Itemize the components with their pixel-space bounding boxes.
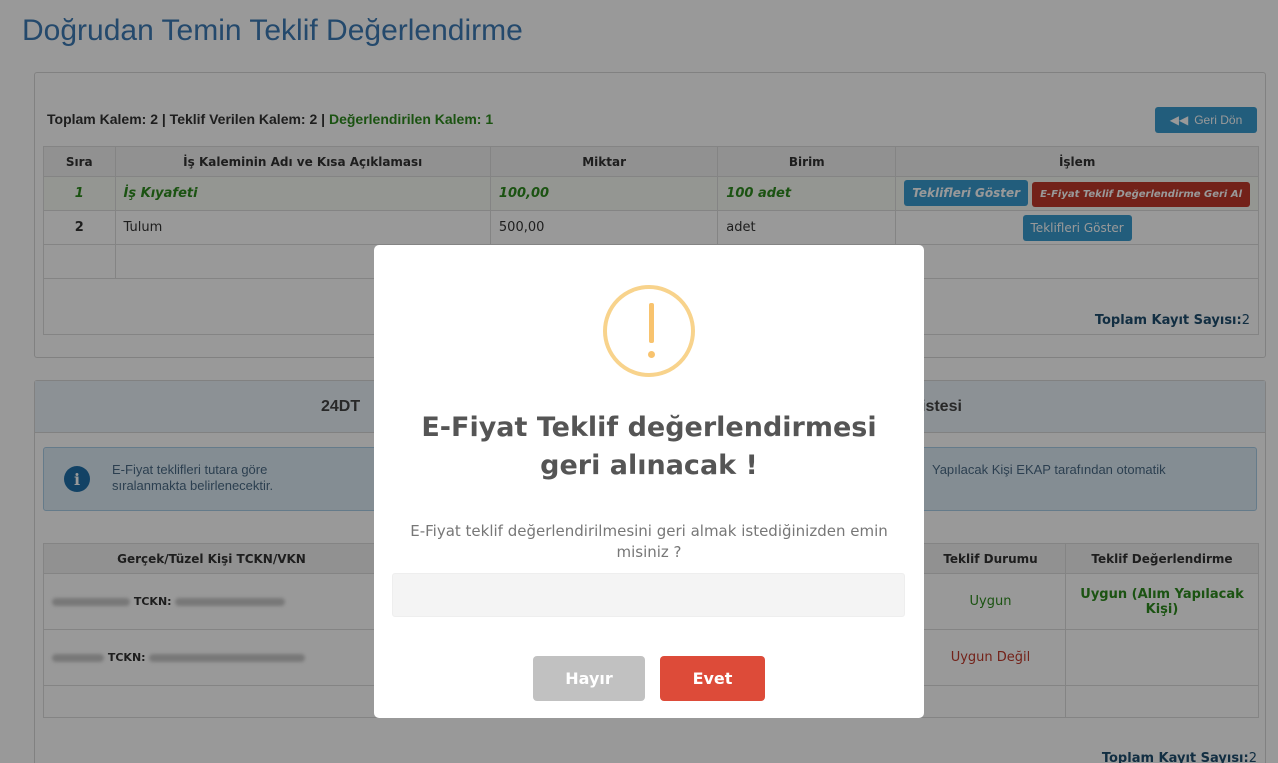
yes-button[interactable]: Evet: [660, 656, 765, 701]
dialog-input[interactable]: [392, 573, 905, 617]
dialog-text: E-Fiyat teklif değerlendirilmesini geri …: [410, 522, 888, 561]
dialog-title: E-Fiyat Teklif değerlendirmesi geri alın…: [421, 412, 877, 481]
warning-icon: [603, 285, 695, 377]
no-button[interactable]: Hayır: [533, 656, 645, 701]
confirm-dialog: E-Fiyat Teklif değerlendirmesi geri alın…: [374, 245, 924, 718]
